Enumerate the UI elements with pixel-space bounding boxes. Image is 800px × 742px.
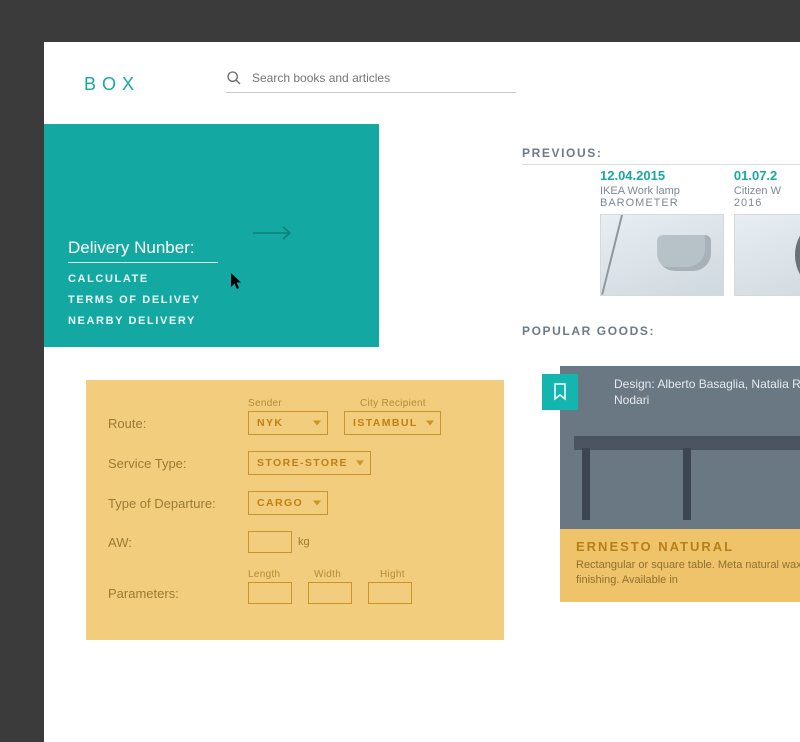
nav-calculate[interactable]: CALCULATE — [68, 273, 355, 285]
label-parameters: Parameters: — [108, 586, 248, 601]
length-input[interactable] — [248, 582, 292, 604]
bookmark-icon — [553, 383, 567, 401]
chevron-down-icon — [313, 501, 321, 506]
product-image — [574, 418, 800, 528]
product-designer: Design: Alberto Basaglia, Natalia Rota N… — [560, 366, 800, 414]
label-height: Hight — [380, 569, 430, 580]
search-icon — [226, 70, 242, 86]
previous-subtitle: BAROMETER — [600, 197, 680, 209]
calculate-form: Sender City Recipient Route: NYK ISTAMBU… — [86, 380, 504, 640]
chevron-down-icon — [313, 421, 321, 426]
arrow-right-icon — [253, 226, 293, 240]
label-recipient: City Recipient — [360, 398, 456, 409]
previous-item[interactable]: 01.07.2 Citizen W 2016 — [734, 168, 781, 209]
product-description: Rectangular or square table. Meta natura… — [576, 558, 800, 588]
service-select[interactable]: STORE-STORE — [248, 451, 371, 475]
label-service: Service Type: — [108, 456, 248, 471]
sender-select[interactable]: NYK — [248, 411, 328, 435]
bookmark-badge[interactable] — [542, 374, 578, 410]
chevron-down-icon — [426, 421, 434, 426]
label-aw: AW: — [108, 535, 248, 550]
sidebar-panel: CALCULATE TERMS OF DELIVEY NEARBY DELIVE… — [44, 124, 379, 347]
previous-date: 12.04.2015 — [600, 168, 680, 183]
recipient-select[interactable]: ISTAMBUL — [344, 411, 441, 435]
brand-logo: BOX — [84, 74, 140, 95]
previous-date: 01.07.2 — [734, 168, 781, 183]
label-sender: Sender — [248, 398, 344, 409]
departure-select[interactable]: CARGO — [248, 491, 328, 515]
previous-list: 12.04.2015 IKEA Work lamp BAROMETER 01.0… — [600, 168, 781, 209]
previous-subtitle: 2016 — [734, 197, 781, 209]
sidebar-nav: CALCULATE TERMS OF DELIVEY NEARBY DELIVE… — [68, 273, 355, 327]
popular-heading: POPULAR GOODS: — [522, 324, 655, 338]
product-card[interactable]: Design: Alberto Basaglia, Natalia Rota N… — [560, 366, 800, 602]
product-footer: ERNESTO NATURAL Rectangular or square ta… — [560, 529, 800, 602]
height-input[interactable] — [368, 582, 412, 604]
product-name: ERNESTO NATURAL — [576, 539, 800, 554]
search-bar[interactable] — [226, 70, 516, 93]
previous-title: Citizen W — [734, 185, 781, 197]
thumbnail-watch[interactable] — [734, 214, 800, 296]
search-input[interactable] — [252, 71, 516, 85]
thumbnail-lamp[interactable] — [600, 214, 724, 296]
previous-title: IKEA Work lamp — [600, 185, 680, 197]
label-width: Width — [314, 569, 364, 580]
width-input[interactable] — [308, 582, 352, 604]
previous-thumbnails — [600, 214, 800, 296]
nav-terms[interactable]: TERMS OF DELIVEY — [68, 294, 355, 306]
previous-heading: PREVIOUS: — [522, 146, 800, 165]
label-length: Length — [248, 569, 298, 580]
label-departure: Type of Departure: — [108, 496, 248, 511]
chevron-down-icon — [356, 461, 364, 466]
unit-kg: kg — [298, 536, 310, 548]
delivery-number-input[interactable] — [68, 236, 218, 263]
nav-nearby[interactable]: NEARBY DELIVERY — [68, 315, 355, 327]
previous-item[interactable]: 12.04.2015 IKEA Work lamp BAROMETER — [600, 168, 680, 209]
label-route: Route: — [108, 416, 248, 431]
app-page: BOX CALCULATE TERMS OF DELIVEY NEARBY DE… — [44, 42, 800, 742]
weight-input[interactable] — [248, 531, 292, 553]
